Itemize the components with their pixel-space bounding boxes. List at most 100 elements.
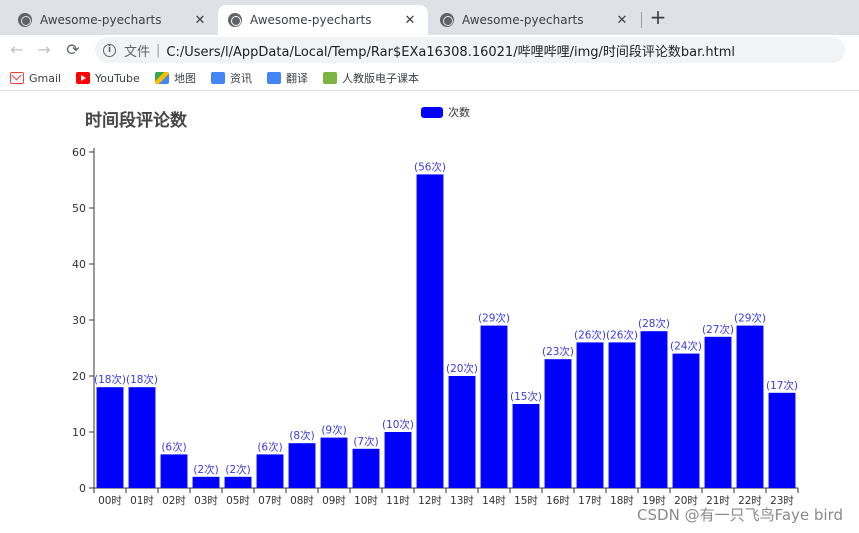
page-content: 时间段评论数 次数 0 10 20 30 40 50 60 (18次) 00时 (18次) 01时(… xyxy=(0,92,859,533)
data-label: (17次) xyxy=(766,379,798,392)
y-tick-label: 40 xyxy=(72,258,86,271)
bar-18时 xyxy=(608,342,636,488)
bookmark-label: YouTube xyxy=(95,71,140,85)
watermark: CSDN @有一只飞鸟Faye bird xyxy=(637,506,843,524)
data-label: (29次) xyxy=(734,312,766,325)
bookmark-youtube[interactable]: YouTube xyxy=(76,69,140,87)
bar-14时 xyxy=(480,325,508,488)
browser-tab-1[interactable]: Awesome-pyecharts ✕ xyxy=(8,5,218,35)
browser-tab-3[interactable]: Awesome-pyecharts ✕ xyxy=(430,5,640,35)
bar-11时 xyxy=(384,432,412,488)
data-label: (27次) xyxy=(702,323,734,336)
youtube-icon xyxy=(76,72,90,84)
x-tick-label: 01时 xyxy=(130,495,154,507)
data-label: (23次) xyxy=(542,345,574,358)
x-tick-label: 07时 xyxy=(258,495,282,507)
bar-16时 xyxy=(544,359,572,488)
browser-tab-2[interactable]: Awesome-pyecharts ✕ xyxy=(218,5,428,35)
x-tick-label: 15时 xyxy=(514,495,538,507)
data-label: (10次) xyxy=(382,418,414,431)
bar-22时 xyxy=(736,325,764,488)
bar-07时 xyxy=(256,454,284,488)
x-tick-label: 02时 xyxy=(162,495,186,507)
tab-separator xyxy=(641,12,642,28)
close-icon[interactable]: ✕ xyxy=(192,13,208,28)
bar-02时 xyxy=(160,454,188,488)
y-tick-label: 30 xyxy=(72,314,86,327)
x-tick-label: 09时 xyxy=(322,495,346,507)
bar-05时 xyxy=(224,476,252,488)
bookmark-label: 资讯 xyxy=(230,72,252,85)
bookmark-label: Gmail xyxy=(29,71,62,85)
bar-19时 xyxy=(640,331,668,488)
data-label: (7次) xyxy=(353,435,378,448)
back-button[interactable]: ← xyxy=(6,39,28,61)
data-label: (28次) xyxy=(638,317,670,330)
bookmark-translate[interactable]: 翻译 xyxy=(267,69,308,87)
gmail-icon xyxy=(10,72,24,84)
data-label: (26次) xyxy=(574,328,606,341)
x-tick-label: 12时 xyxy=(418,495,442,507)
tab-title: Awesome-pyecharts xyxy=(40,13,162,27)
bookmark-label: 地图 xyxy=(174,72,196,85)
data-label: (26次) xyxy=(606,328,638,341)
forward-button[interactable]: → xyxy=(33,39,55,61)
translate-icon xyxy=(267,72,281,84)
x-tick-label: 08时 xyxy=(290,495,314,507)
data-label: (24次) xyxy=(670,340,702,353)
y-tick-label: 10 xyxy=(72,426,86,439)
x-tick-label: 11时 xyxy=(386,495,410,507)
bookmark-textbook[interactable]: 人教版电子课本 xyxy=(323,69,419,87)
y-tick-label: 60 xyxy=(72,146,86,159)
tab-title: Awesome-pyecharts xyxy=(250,13,372,27)
data-label: (20次) xyxy=(446,362,478,375)
bar-chart: 0 10 20 30 40 50 60 (18次) 00时 (18次) 01时 (6次) 02时 (2次)… xyxy=(72,146,799,507)
bookmarks-bar: Gmail YouTube 地图 资讯 翻译 人教版电子课本 xyxy=(0,65,859,91)
bar-20时 xyxy=(672,353,700,488)
bar-17时 xyxy=(576,342,604,488)
close-icon[interactable]: ✕ xyxy=(402,13,418,28)
data-label: (9次) xyxy=(321,424,346,437)
bar-08时 xyxy=(288,443,316,488)
bookmark-label: 翻译 xyxy=(286,72,308,85)
globe-icon xyxy=(440,13,454,27)
x-tick-label: 14时 xyxy=(482,495,506,507)
book-icon xyxy=(323,72,337,84)
info-icon[interactable]: i xyxy=(103,43,116,57)
bookmark-maps[interactable]: 地图 xyxy=(155,69,196,87)
news-icon xyxy=(211,72,225,84)
data-label: (2次) xyxy=(193,463,218,476)
y-tick-label: 50 xyxy=(72,202,86,215)
new-tab-button[interactable]: + xyxy=(648,6,668,30)
data-label: (15次) xyxy=(510,390,542,403)
bar-23时 xyxy=(768,392,796,488)
bar-15时 xyxy=(512,404,540,488)
bar-10时 xyxy=(352,448,380,488)
globe-icon xyxy=(18,13,32,27)
address-bar[interactable]: i 文件 | C:/Users/l/AppData/Local/Temp/Rar… xyxy=(95,37,845,63)
data-label: (6次) xyxy=(161,440,186,453)
x-tick-label: 05时 xyxy=(226,495,250,507)
bookmark-news[interactable]: 资讯 xyxy=(211,69,252,87)
bookmark-gmail[interactable]: Gmail xyxy=(10,69,61,87)
x-tick-label: 18时 xyxy=(610,495,634,507)
x-tick-label: 03时 xyxy=(194,495,218,507)
scheme-label: 文件 xyxy=(124,44,151,60)
data-label: (18次) xyxy=(126,373,158,386)
close-icon[interactable]: ✕ xyxy=(614,13,630,28)
bar-01时 xyxy=(128,387,156,488)
y-tick-label: 0 xyxy=(79,482,86,495)
bookmark-label: 人教版电子课本 xyxy=(342,72,419,85)
reload-button[interactable]: ⟳ xyxy=(62,39,84,61)
browser-toolbar: ← → ⟳ i 文件 | C:/Users/l/AppData/Local/Te… xyxy=(0,35,859,65)
tab-strip: Awesome-pyecharts ✕ Awesome-pyecharts ✕ … xyxy=(0,0,859,35)
x-tick-label: 00时 xyxy=(98,495,122,507)
y-tick-label: 20 xyxy=(72,370,86,383)
bar-03时 xyxy=(192,476,220,488)
data-label: (18次) xyxy=(94,373,126,386)
url-text[interactable]: C:/Users/l/AppData/Local/Temp/Rar$EXa163… xyxy=(166,41,735,60)
bar-09时 xyxy=(320,437,348,488)
globe-icon xyxy=(228,13,242,27)
maps-icon xyxy=(155,72,169,84)
tab-title: Awesome-pyecharts xyxy=(462,13,584,27)
